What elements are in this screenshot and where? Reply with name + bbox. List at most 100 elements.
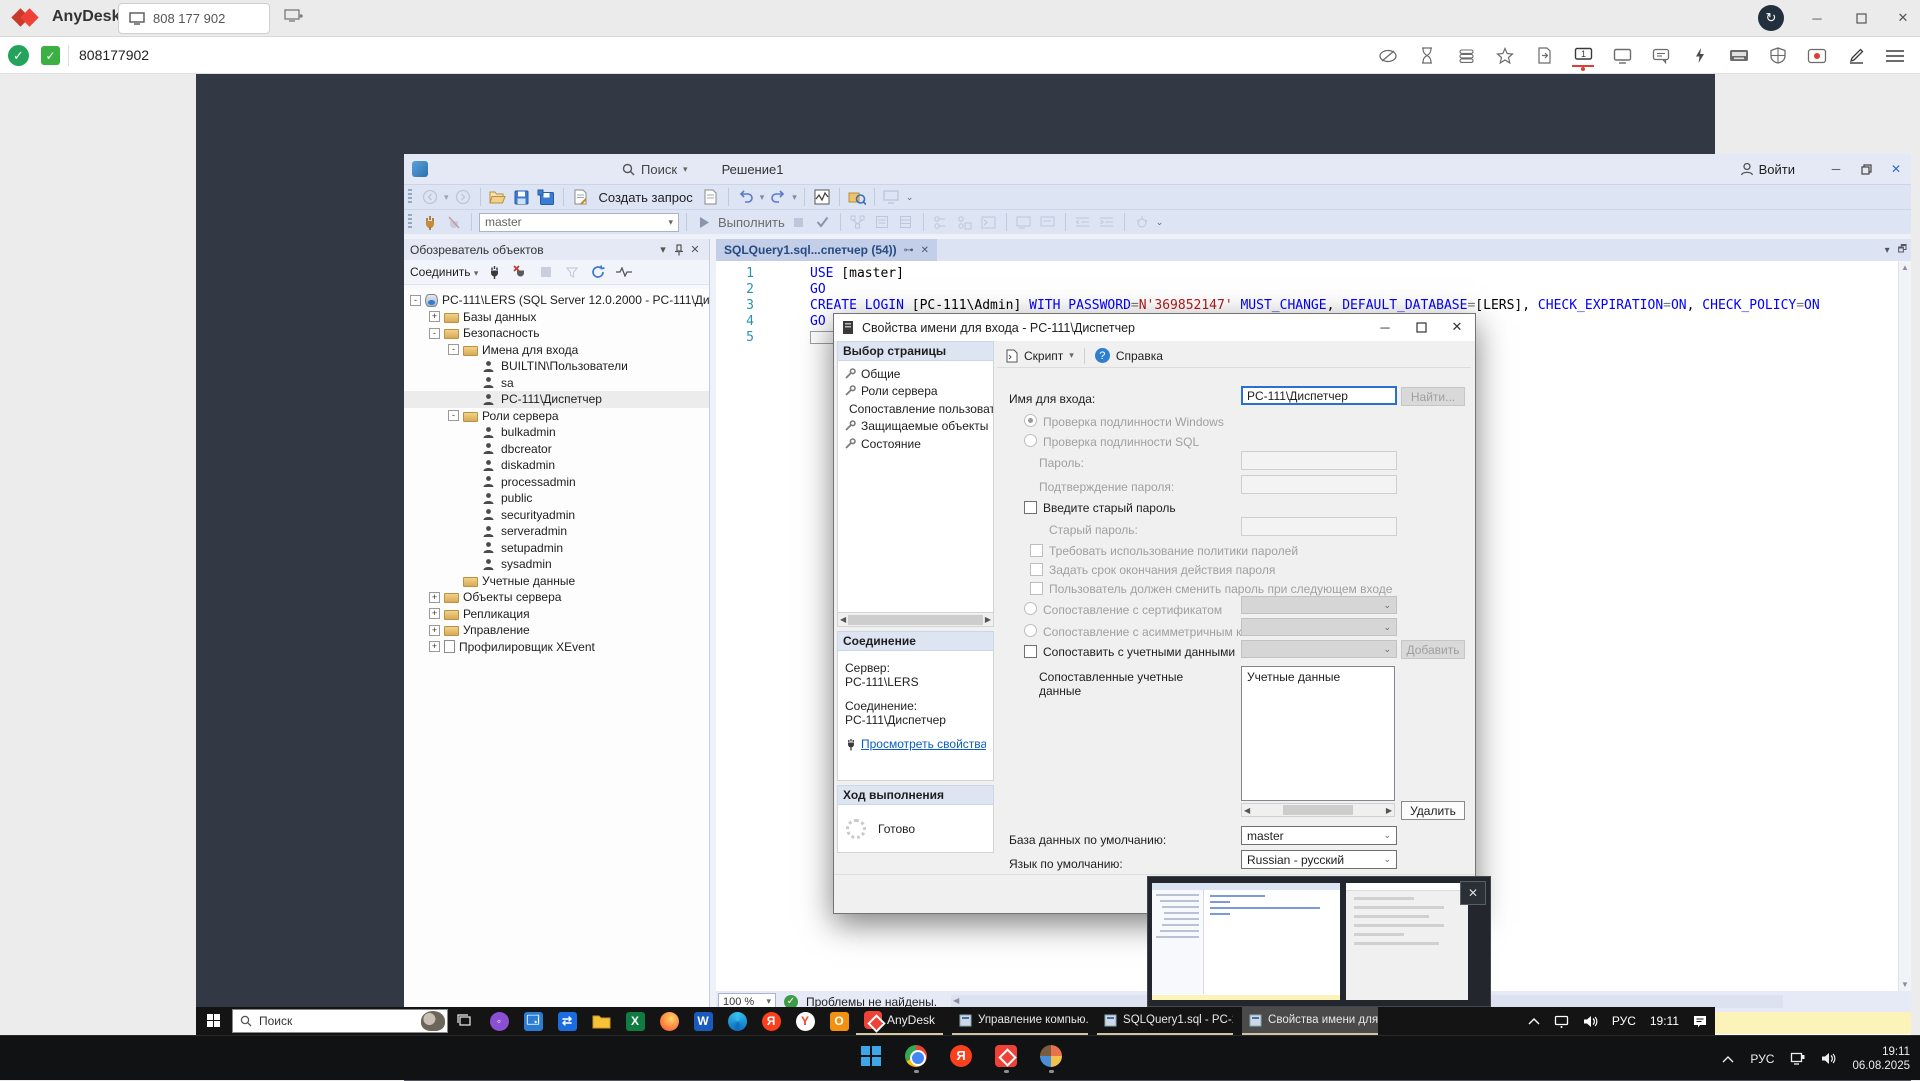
copy-database-icon[interactable] xyxy=(847,187,867,207)
close-button[interactable]: ✕ xyxy=(1884,0,1920,36)
menu-item[interactable] xyxy=(526,154,544,184)
remote-anydesk-button[interactable]: AnyDesk xyxy=(856,1007,944,1035)
find-button[interactable]: Найти... xyxy=(1401,387,1465,406)
remote-volume-icon[interactable] xyxy=(1583,1015,1598,1028)
credentials-h-scrollbar[interactable]: ◀ ▶ xyxy=(1241,803,1395,817)
tree-item[interactable]: PC-111\Диспетчер xyxy=(404,391,709,408)
tab-windows-icon[interactable]: 🗗 xyxy=(1898,242,1907,259)
teamviewer-icon[interactable]: ⇄ xyxy=(550,1007,584,1035)
file-transfer-icon[interactable] xyxy=(1455,45,1477,67)
remote-clock-label[interactable]: 19:11 xyxy=(1650,1014,1679,1028)
whiteboard-pen-icon[interactable] xyxy=(1845,45,1867,67)
update-button[interactable]: ↻ xyxy=(1758,5,1784,31)
tree-item[interactable]: + Репликация xyxy=(404,606,709,623)
execute-button[interactable]: Выполнить xyxy=(718,215,785,230)
anydesk-icon[interactable] xyxy=(993,1044,1019,1073)
tree-item[interactable]: serveradmin xyxy=(404,523,709,540)
paint-app-icon[interactable] xyxy=(1038,1044,1064,1073)
tree-item[interactable]: + Управление xyxy=(404,622,709,639)
tab-pin-icon[interactable]: ⊶ xyxy=(904,245,914,256)
activity-monitor-icon[interactable] xyxy=(812,187,832,207)
tree-item[interactable]: sysadmin xyxy=(404,556,709,573)
taskbar-window-button[interactable]: SQLQuery1.sql - PC-1... xyxy=(1097,1007,1234,1035)
query-options-icon[interactable] xyxy=(872,212,892,232)
menu-icon[interactable] xyxy=(1884,45,1906,67)
app-display-icon[interactable]: 🗔 xyxy=(516,1007,550,1035)
remote-tray-display-icon[interactable] xyxy=(1554,1015,1569,1028)
signin-button[interactable]: Войти xyxy=(1740,162,1795,177)
preview-close-icon[interactable]: ✕ xyxy=(1460,881,1486,905)
pages-h-scrollbar[interactable]: ◀ ▶ xyxy=(837,613,994,627)
tree-item[interactable]: BUILTIN\Пользователи xyxy=(404,358,709,375)
tree-item[interactable]: + Объекты сервера xyxy=(404,589,709,606)
navigate-back-icon[interactable] xyxy=(420,187,440,207)
file-explorer-icon[interactable] xyxy=(584,1007,618,1035)
tree-expander[interactable]: + xyxy=(429,311,440,323)
oe-disconnect-icon[interactable] xyxy=(510,262,530,282)
tree-item[interactable]: sa xyxy=(404,375,709,392)
app-drop-icon[interactable]: ◦ xyxy=(482,1007,516,1035)
oe-stop-icon[interactable] xyxy=(536,262,556,282)
tree-expander[interactable]: - xyxy=(429,327,440,339)
local-clock[interactable]: 19:11 06.08.2025 xyxy=(1852,1045,1910,1073)
sql-auth-radio[interactable] xyxy=(1024,434,1037,447)
dialog-maximize-button[interactable] xyxy=(1403,314,1439,340)
word-icon[interactable]: W xyxy=(686,1007,720,1035)
enforce-expiration-checkbox[interactable] xyxy=(1030,563,1043,576)
close-panel-icon[interactable]: ✕ xyxy=(687,242,703,258)
dialog-close-button[interactable]: ✕ xyxy=(1439,314,1475,340)
register-server-icon[interactable] xyxy=(882,187,902,207)
toolbar2-overflow-icon[interactable]: ⌄ xyxy=(1156,217,1164,228)
remote-search-box[interactable]: Поиск xyxy=(232,1009,448,1033)
script-dropdown-icon[interactable]: ▾ xyxy=(1069,350,1074,361)
editor-v-scrollbar[interactable]: ▲ ▼ xyxy=(1898,261,1911,991)
dialog-window-preview[interactable] xyxy=(1346,883,1468,1000)
code-line[interactable]: 1 USE [master] xyxy=(716,266,1898,282)
window-position-icon[interactable]: ▾ xyxy=(655,242,671,258)
connect-icon[interactable] xyxy=(420,212,440,232)
object-explorer-titlebar[interactable]: Обозреватель объектов ▾ ✕ xyxy=(404,239,709,260)
map-credential-checkbox[interactable] xyxy=(1024,645,1037,658)
invite-icon[interactable] xyxy=(1533,45,1555,67)
page-item[interactable]: Состояние xyxy=(838,435,993,453)
ssms-close-button[interactable]: ✕ xyxy=(1881,154,1911,184)
menu-item[interactable] xyxy=(580,154,598,184)
menu-item[interactable] xyxy=(454,154,472,184)
menu-item[interactable] xyxy=(472,154,490,184)
taskbar-window-button[interactable]: Управление компью... xyxy=(952,1007,1089,1035)
menu-item[interactable] xyxy=(562,154,580,184)
tree-item[interactable]: Учетные данные xyxy=(404,573,709,590)
office-icon[interactable]: O xyxy=(822,1007,856,1035)
display-settings-icon[interactable] xyxy=(1611,45,1633,67)
ssms-minimize-button[interactable]: ─ xyxy=(1821,154,1851,184)
map-certificate-radio[interactable] xyxy=(1024,602,1037,615)
map-asym-key-radio[interactable] xyxy=(1024,624,1037,637)
open-file-icon[interactable] xyxy=(488,187,508,207)
parse-icon[interactable] xyxy=(813,212,833,232)
tree-expander[interactable]: + xyxy=(429,641,440,653)
record-session-icon[interactable] xyxy=(1806,45,1828,67)
ssms-window-preview[interactable] xyxy=(1152,883,1340,1000)
execute-icon[interactable] xyxy=(694,212,714,232)
remove-button[interactable]: Удалить xyxy=(1401,801,1465,820)
menu-item[interactable] xyxy=(544,154,562,184)
redo-icon[interactable] xyxy=(768,187,788,207)
indent-decrease-icon[interactable] xyxy=(1073,212,1093,232)
maximize-button[interactable] xyxy=(1842,0,1880,36)
document-tab[interactable]: SQLQuery1.sql...спетчер (54)) ⊶ ✕ xyxy=(716,239,938,261)
asym-key-combo[interactable]: ⌄ xyxy=(1241,618,1397,636)
monitor-1-tab-icon[interactable]: 1 xyxy=(1572,45,1594,71)
tree-expander[interactable]: - xyxy=(410,294,421,306)
open-query-icon[interactable] xyxy=(701,187,721,207)
database-combo[interactable]: master ▾ xyxy=(479,212,679,232)
tree-item[interactable]: - Роли сервера xyxy=(404,408,709,425)
refresh-icon[interactable] xyxy=(588,262,608,282)
remote-action-center-icon[interactable] xyxy=(1693,1015,1707,1028)
dialog-titlebar[interactable]: Свойства имени для входа - PC-111\Диспет… xyxy=(834,314,1475,341)
client-stats-icon[interactable] xyxy=(955,212,975,232)
login-name-input[interactable] xyxy=(1241,386,1397,405)
remote-tray-expand-icon[interactable] xyxy=(1528,1017,1540,1025)
privacy-icon[interactable] xyxy=(1377,45,1399,67)
disconnect-icon[interactable] xyxy=(444,212,464,232)
chat-icon[interactable] xyxy=(1650,45,1672,67)
